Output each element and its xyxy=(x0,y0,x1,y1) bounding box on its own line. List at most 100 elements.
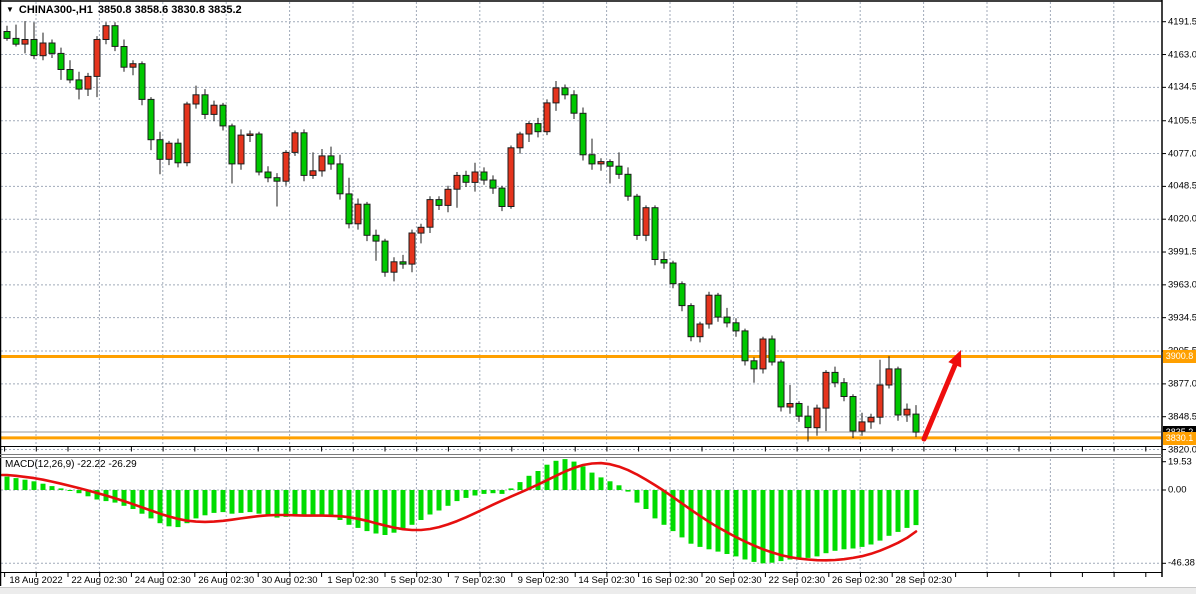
candle xyxy=(328,147,334,170)
candle xyxy=(157,132,163,175)
candle xyxy=(13,25,19,47)
candle xyxy=(445,186,451,213)
macd-bar xyxy=(14,478,19,490)
macd-bar xyxy=(806,490,811,558)
candle xyxy=(301,129,307,181)
macd-bar xyxy=(464,490,469,498)
macd-bar xyxy=(59,488,64,490)
candle xyxy=(769,336,775,366)
candle xyxy=(166,141,172,165)
macd-bar xyxy=(41,484,46,490)
macd-bar xyxy=(581,466,586,490)
macd-bar xyxy=(590,473,595,490)
candle xyxy=(22,21,28,53)
candle xyxy=(76,72,82,100)
candle xyxy=(517,132,523,154)
macd-bar xyxy=(842,490,847,549)
macd-bar xyxy=(383,490,388,535)
candle xyxy=(121,40,127,72)
macd-bar xyxy=(824,490,829,553)
macd-bar xyxy=(212,490,217,513)
candle xyxy=(787,385,793,414)
price-axis-label: 3991.5 xyxy=(1168,247,1196,258)
chart-window: { "window": { "symbol": "CHINA300-,H1", … xyxy=(0,0,1196,594)
candle xyxy=(868,414,874,429)
candle xyxy=(490,175,496,194)
candle xyxy=(85,73,91,96)
time-axis-label: 22 Aug 02:30 xyxy=(71,575,127,586)
price-axis-label: 3848.5 xyxy=(1168,411,1196,422)
macd-bar xyxy=(905,490,910,528)
candle xyxy=(427,196,433,233)
macd-bar xyxy=(779,490,784,561)
macd-bar xyxy=(293,490,298,515)
macd-axis-label: 19.53 xyxy=(1168,456,1192,467)
candle xyxy=(112,22,118,51)
price-axis-label: 3820.0 xyxy=(1168,444,1196,455)
candle xyxy=(697,322,703,343)
price-axis-label: 4020.0 xyxy=(1168,214,1196,225)
candle xyxy=(202,89,208,119)
price-axis-label: 3877.0 xyxy=(1168,378,1196,389)
macd-bar xyxy=(320,490,325,516)
candle xyxy=(418,224,424,244)
macd-bar xyxy=(185,490,190,523)
macd-bar xyxy=(752,490,757,562)
symbol-dropdown-icon[interactable]: ▼ xyxy=(6,5,14,15)
candle xyxy=(607,159,613,183)
candle xyxy=(364,202,370,241)
time-axis-label: 22 Sep 02:30 xyxy=(769,575,826,586)
candle xyxy=(544,99,550,135)
time-axis-label: 1 Sep 02:30 xyxy=(327,575,378,586)
macd-bar xyxy=(869,490,874,545)
candle xyxy=(652,205,658,265)
candle xyxy=(580,108,586,161)
macd-bar xyxy=(266,490,271,515)
candle xyxy=(274,173,280,206)
macd-bar xyxy=(455,490,460,501)
candle xyxy=(400,255,406,269)
candle xyxy=(589,139,595,170)
candle xyxy=(472,163,478,192)
macd-bar xyxy=(662,490,667,525)
macd-bar xyxy=(572,462,577,490)
chart-canvas[interactable] xyxy=(0,0,1196,594)
time-axis-label: 26 Aug 02:30 xyxy=(198,575,254,586)
candle xyxy=(337,155,343,200)
macd-bar xyxy=(149,490,154,518)
macd-bar xyxy=(167,490,172,526)
candle xyxy=(499,186,505,211)
candle xyxy=(382,239,388,277)
candle xyxy=(571,90,577,119)
time-axis-label: 20 Sep 02:30 xyxy=(705,575,762,586)
macd-bar xyxy=(482,490,487,494)
candle xyxy=(598,158,604,171)
macd-bar xyxy=(194,490,199,518)
price-axis-label: 4077.0 xyxy=(1168,148,1196,159)
macd-bar xyxy=(716,490,721,552)
candle xyxy=(724,308,730,328)
candle xyxy=(688,303,694,341)
macd-bar xyxy=(239,490,244,513)
macd-bar xyxy=(158,490,163,523)
candle xyxy=(733,318,739,337)
candle xyxy=(913,405,919,437)
macd-bar xyxy=(851,490,856,549)
candle xyxy=(526,121,532,142)
time-axis-label: 9 Sep 02:30 xyxy=(518,575,569,586)
macd-bar xyxy=(311,490,316,515)
candle xyxy=(238,129,244,169)
candle xyxy=(715,293,721,322)
macd-bar xyxy=(626,490,631,492)
macd-axis-label: -46.38 xyxy=(1168,558,1195,569)
candle xyxy=(535,118,541,137)
symbol-ohlc-values: 3850.8 3858.6 3830.8 3835.2 xyxy=(98,4,242,16)
candle xyxy=(247,131,253,143)
candle xyxy=(562,85,568,100)
macd-bar xyxy=(140,490,145,514)
price-axis-label: 4048.5 xyxy=(1168,181,1196,192)
macd-bar xyxy=(689,490,694,544)
time-axis-label: 28 Sep 02:30 xyxy=(895,575,952,586)
candle xyxy=(643,205,649,241)
candle xyxy=(481,167,487,184)
